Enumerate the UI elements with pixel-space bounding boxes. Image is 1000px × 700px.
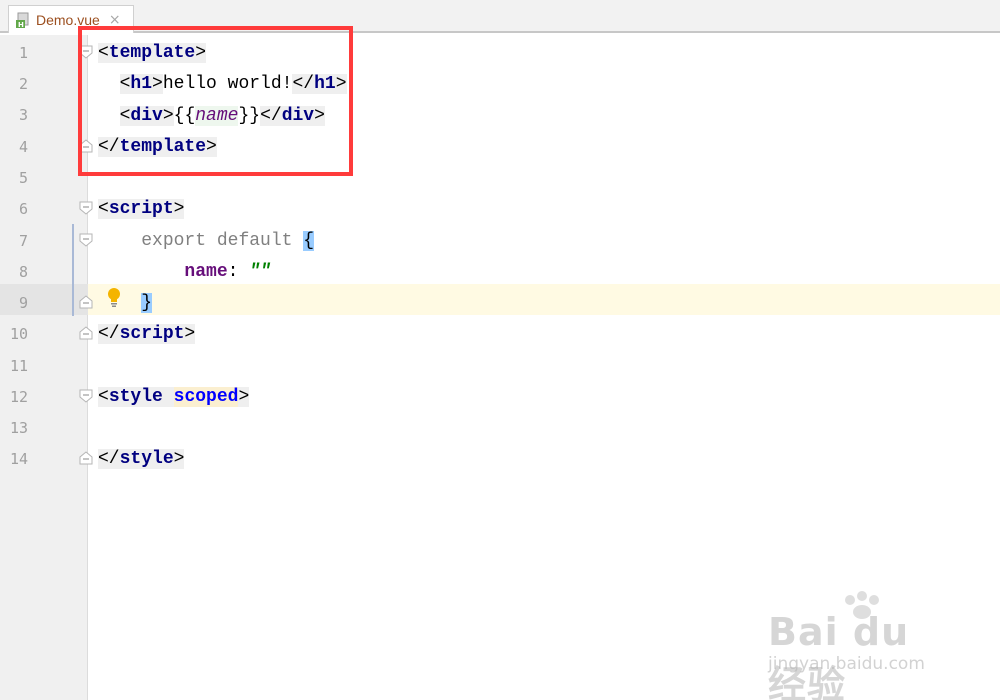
line-number: 9 <box>18 294 28 312</box>
tag-name: style <box>119 449 174 469</box>
fold-open-icon[interactable] <box>79 201 93 215</box>
code-line-14[interactable]: </style> <box>98 447 185 471</box>
matched-brace: } <box>141 293 153 313</box>
bracket: </ <box>98 449 120 469</box>
bracket: > <box>238 387 250 407</box>
object-key: name <box>184 262 228 282</box>
matched-brace: { <box>303 231 315 251</box>
tag-name: style <box>108 387 163 407</box>
bracket: < <box>98 199 109 219</box>
bracket: < <box>98 387 109 407</box>
code-line-7[interactable]: export default { <box>98 229 315 253</box>
fold-close-icon[interactable] <box>79 451 93 465</box>
code-line-6[interactable]: <script> <box>98 197 185 221</box>
string-value: "" <box>249 262 271 282</box>
line-number: 10 <box>9 325 28 343</box>
tag-name: script <box>108 199 174 219</box>
bracket: > <box>173 199 185 219</box>
code-line-8[interactable]: name: "" <box>98 260 271 284</box>
code-line-10[interactable]: </script> <box>98 322 196 346</box>
bracket: </ <box>98 324 120 344</box>
line-number: 6 <box>18 200 28 218</box>
line-number: 8 <box>18 263 28 281</box>
style-close-tag: </style> <box>98 449 185 469</box>
line-number: 11 <box>9 357 28 375</box>
line-number: 5 <box>18 169 28 187</box>
keyword-export: export <box>141 231 207 251</box>
close-icon[interactable]: × <box>109 13 121 27</box>
script-open-tag: <script> <box>98 199 185 219</box>
colon: : <box>227 262 250 282</box>
style-open-tag: <style scoped> <box>98 387 250 407</box>
bracket: > <box>173 449 185 469</box>
line-number: 1 <box>18 44 28 62</box>
code-line-9[interactable]: } <box>98 291 153 315</box>
watermark-url: jingyan.baidu.com <box>768 654 925 674</box>
line-number: 4 <box>18 138 28 156</box>
fold-open-icon[interactable] <box>79 233 93 247</box>
baidu-watermark: Bai du 经验 jingyan.baidu.com <box>760 590 960 700</box>
vcs-change-marker[interactable] <box>72 224 74 316</box>
script-close-tag: </script> <box>98 324 196 344</box>
tag-name: script <box>119 324 185 344</box>
fold-close-icon[interactable] <box>79 295 93 309</box>
line-number: 14 <box>9 450 28 468</box>
line-number: 3 <box>18 106 28 124</box>
fold-open-icon[interactable] <box>79 389 93 403</box>
fold-close-icon[interactable] <box>79 326 93 340</box>
svg-text:H: H <box>18 21 24 28</box>
line-number: 13 <box>9 419 28 437</box>
keyword-default: default <box>216 231 293 251</box>
attribute-scoped: scoped <box>173 387 239 407</box>
code-line-12[interactable]: <style scoped> <box>98 385 250 409</box>
annotation-highlight-box <box>78 26 353 176</box>
line-number: 12 <box>9 388 28 406</box>
vue-file-icon: H <box>16 12 29 28</box>
line-number: 7 <box>18 232 28 250</box>
bracket: > <box>184 324 196 344</box>
line-number: 2 <box>18 75 28 93</box>
